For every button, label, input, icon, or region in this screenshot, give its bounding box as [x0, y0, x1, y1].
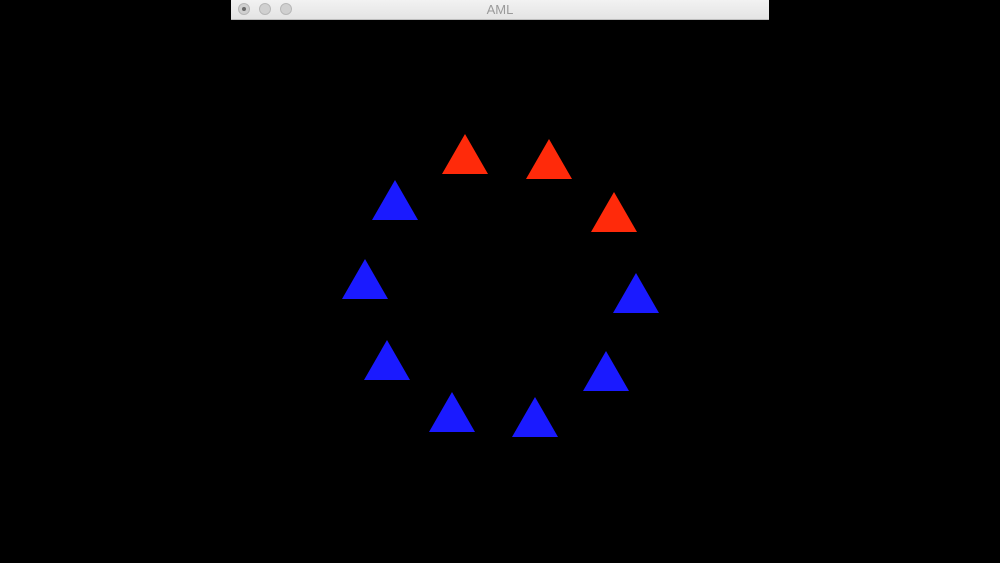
triangle-red-1 [442, 134, 488, 174]
triangle-blue-9 [342, 259, 388, 299]
triangle-blue-4 [613, 273, 659, 313]
triangle-blue-10 [372, 180, 418, 220]
triangle-red-2 [526, 139, 572, 179]
triangle-blue-8 [364, 340, 410, 380]
triangle-blue-7 [429, 392, 475, 432]
triangle-red-3 [591, 192, 637, 232]
drawing-canvas [342, 134, 659, 437]
triangle-blue-5 [583, 351, 629, 391]
window-title: AML [486, 2, 514, 17]
triangle-blue-6 [512, 397, 558, 437]
triangle-ring [342, 134, 659, 437]
window-title-bar[interactable]: AML [231, 0, 769, 20]
